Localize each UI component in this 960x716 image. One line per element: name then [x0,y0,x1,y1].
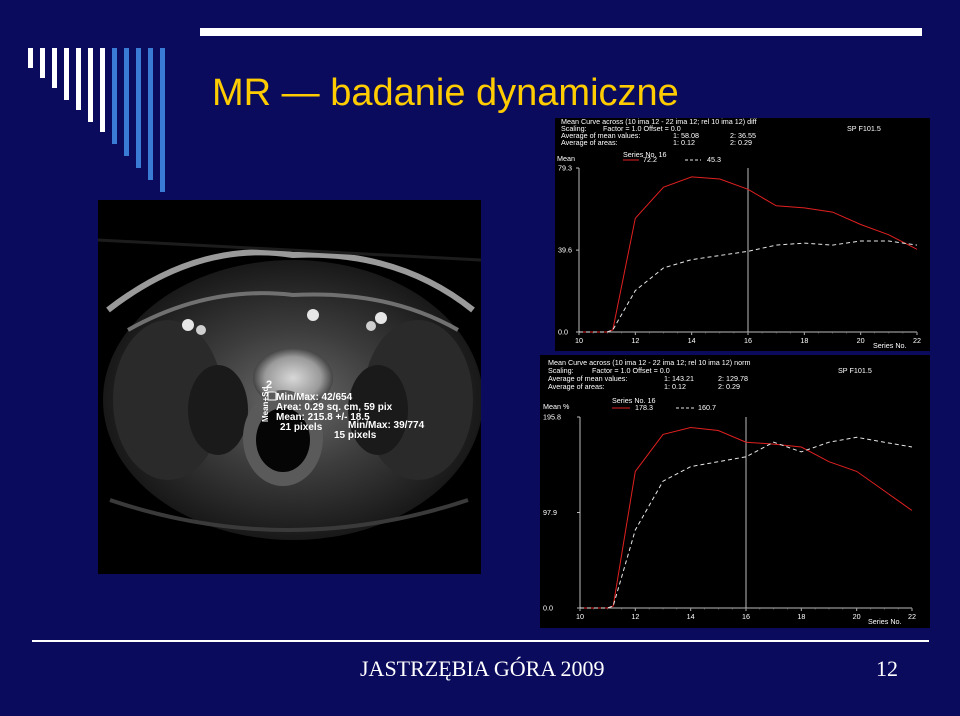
chart-normalized-svg: Mean Curve across (10 ima 12 - 22 ima 12… [543,358,916,626]
chart2-legend-value-2: 160.7 [698,403,716,412]
decorative-bar [64,48,69,100]
chart2-y-tick-label: 195.8 [543,413,561,422]
chart2-avg-areas-2: 2: 0.29 [718,382,740,391]
mri-overlay-line4: 21 pixels [280,422,323,433]
chart-x-tick-label: 18 [800,336,808,345]
decorative-bar [40,48,45,78]
chart2-xlabel: Series No. [868,617,902,626]
chart2-x-tick-label: 10 [576,612,584,621]
chart2-x-tick-label: 14 [687,612,695,621]
decorative-bar [124,48,129,156]
chart2-y-tick-label: 97.9 [543,508,557,517]
page-number: 12 [876,656,898,681]
decorative-bar [148,48,153,180]
chart-difference-svg: Mean Curve across (10 ima 12 - 22 ima 12… [557,118,921,350]
chart2-y-tick-label: 0.0 [543,604,553,613]
decorative-bars [0,0,180,200]
slide-title: MR — badanie dynamiczne [212,72,679,114]
chart-avg-areas-2: 2: 0.29 [730,138,752,147]
chart2-sp-label: SP F101.5 [838,366,872,375]
chart-sp-label: SP F101.5 [847,124,881,133]
chart2-x-tick-label: 16 [742,612,750,621]
top-rule [200,28,922,36]
chart-ylabel: Mean [557,154,575,163]
chart-legend-value-2: 45.3 [707,155,721,164]
chart2-ylabel: Mean % [543,402,570,411]
chart2-axes [579,417,912,609]
decorative-bar [52,48,57,88]
chart-normalized-curve: Mean Curve across (10 ima 12 - 22 ima 12… [540,355,930,628]
chart-y-tick-label: 79.3 [558,164,572,173]
footer-rule [32,640,929,642]
chart2-avg-areas-1: 1: 0.12 [664,382,686,391]
chart-y-tick-label: 39.6 [558,246,572,255]
chart-legend-value-1: 72.2 [643,155,657,164]
chart2-legend-value-1: 178.3 [635,403,653,412]
chart2-x-tick-label: 18 [797,612,805,621]
chart2-x-tick-label: 20 [853,612,861,621]
footer-text: JASTRZĘBIA GÓRA 2009 [360,656,605,681]
chart-avg-areas-1: 1: 0.12 [673,138,695,147]
chart-x-tick-label: 16 [744,336,752,345]
chart-x-tick-label: 10 [575,336,583,345]
chart-x-tick-label: 20 [857,336,865,345]
chart-axes [578,168,917,333]
chart-x-tick-label: 14 [688,336,696,345]
chart-difference-curve: Mean Curve across (10 ima 12 - 22 ima 12… [555,118,930,351]
mri-overlay-line6: 15 pixels [334,430,377,441]
chart-avg-areas-label: Average of areas: [561,138,618,147]
mri-scan-graphic: 2 Mean+Sd Min/Max: 42/654 Area: 0.29 sq.… [97,200,483,574]
chart-x-tick-label: 22 [913,336,921,345]
decorative-bar [136,48,141,168]
chart2-x-tick-label: 12 [631,612,639,621]
chart-xlabel: Series No. [873,341,907,350]
chart2-tick-labels: 195.8 97.9 0.0 10 12 14 16 18 20 22 [543,413,916,622]
decorative-bar [160,48,165,192]
mri-image: 2 Mean+Sd Min/Max: 42/654 Area: 0.29 sq.… [97,200,483,574]
decorative-bar [28,48,33,68]
decorative-bar [76,48,81,110]
chart2-avg-areas-label: Average of areas: [548,382,605,391]
chart-tick-labels: 79.3 39.6 0.0 10 12 14 16 18 20 22 [558,164,921,346]
chart2-x-tick-label: 22 [908,612,916,621]
slide: MR — badanie dynamiczne 2 Mean+Sd Min/Ma… [0,0,960,716]
chart-y-tick-label: 0.0 [558,328,568,337]
decorative-bar [100,48,105,132]
decorative-bar [88,48,93,122]
chart-x-tick-label: 12 [631,336,639,345]
decorative-bar [112,48,117,144]
